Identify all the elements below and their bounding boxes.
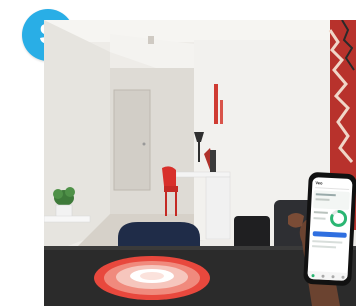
nav-dot-icon [330,274,335,278]
smartphone: Veo [303,171,356,287]
progress-ring-icon [330,209,348,227]
screen-line-4 [313,217,326,220]
nav-dot-icon [310,273,315,277]
screen-line-6 [312,245,337,249]
bottom-nav [307,270,348,281]
screen-button [312,231,347,238]
phone-screen: Veo [307,177,353,281]
screen-line-5 [312,240,343,244]
nav-dot-icon [320,274,325,278]
living-room-photo: Veo [44,20,356,306]
screen-line-3 [313,211,328,214]
nav-dot-icon [340,275,345,279]
app-logo: Veo [315,180,323,186]
